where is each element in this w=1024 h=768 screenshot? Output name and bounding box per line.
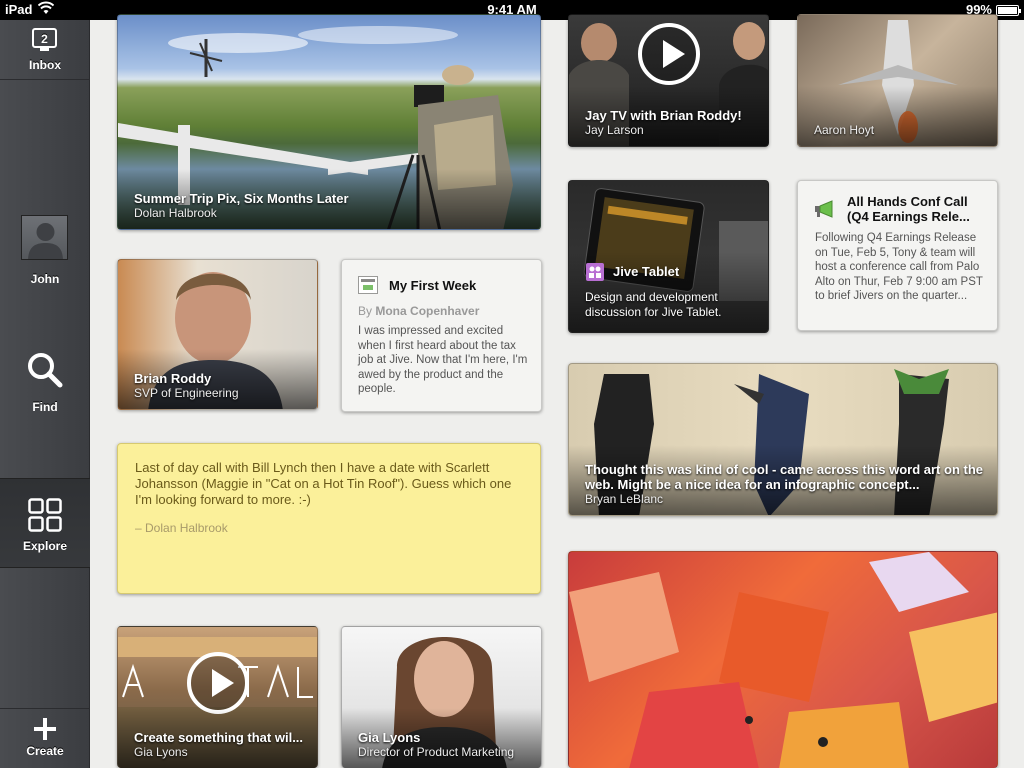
card-status-note[interactable]: Last of day call with Bill Lynch then I … <box>117 443 541 594</box>
sidebar-item-inbox[interactable]: 2 Inbox <box>0 20 90 80</box>
card-body: I was impressed and excited when I first… <box>358 325 528 395</box>
card-title: Jay TV with Brian Roddy! <box>585 108 742 123</box>
sidebar-item-label: John <box>30 272 60 286</box>
card-author: Mona Copenhaver <box>375 304 480 318</box>
inbox-count: 2 <box>41 32 48 46</box>
card-title: Create something that wil... <box>134 730 304 745</box>
card-create-something-video[interactable]: Create something that wil... Gia Lyons <box>117 626 318 768</box>
megaphone-icon <box>815 200 833 218</box>
card-jay-tv-video[interactable]: Jay TV with Brian Roddy! Jay Larson <box>568 14 769 147</box>
card-gia-lyons-profile[interactable]: Gia Lyons Director of Product Marketing <box>341 626 542 768</box>
card-author: Dolan Halbrook <box>134 206 217 220</box>
card-title: My First Week <box>389 278 477 293</box>
card-description: Design and development discussion for Ji… <box>585 290 722 319</box>
group-icon <box>586 263 604 281</box>
card-fruit-photo[interactable] <box>568 551 998 768</box>
sidebar-item-label: Find <box>32 400 58 414</box>
card-word-art-photo[interactable]: Thought this was kind of cool - came acr… <box>568 363 998 516</box>
sidebar-item-label: Create <box>26 744 64 758</box>
card-text: Thought this was kind of cool - came acr… <box>585 462 983 492</box>
card-title: Jive Tablet <box>613 264 680 279</box>
play-button[interactable] <box>187 652 249 714</box>
note-author: – Dolan Halbrook <box>135 521 228 535</box>
inbox-icon: 2 <box>32 28 57 51</box>
note-body: Last of day call with Bill Lynch then I … <box>135 460 512 507</box>
card-all-hands-announcement[interactable]: All Hands Conf Call (Q4 Earnings Rele...… <box>797 180 998 331</box>
card-author: Aaron Hoyt <box>814 123 875 137</box>
card-my-first-week-document[interactable]: My First Week By Mona Copenhaver I was i… <box>341 259 542 412</box>
card-title: Summer Trip Pix, Six Months Later <box>134 191 349 206</box>
sidebar-item-label: Inbox <box>29 58 61 72</box>
byline-prefix: By <box>358 304 373 318</box>
play-button[interactable] <box>638 23 700 85</box>
card-title: All Hands Conf Call (Q4 Earnings Rele... <box>847 194 970 224</box>
sidebar-item-explore[interactable]: Explore <box>0 478 90 568</box>
person-role: SVP of Engineering <box>134 386 239 400</box>
search-icon <box>28 353 63 388</box>
sidebar-item-profile[interactable]: John <box>0 215 90 295</box>
plus-icon <box>34 718 56 740</box>
person-name: Brian Roddy <box>134 371 212 386</box>
person-silhouette-icon <box>28 223 63 259</box>
person-name: Gia Lyons <box>358 730 421 745</box>
avatar <box>21 215 68 260</box>
sidebar-item-create[interactable]: Create <box>0 708 90 768</box>
card-author: Bryan LeBlanc <box>585 492 664 506</box>
card-jive-tablet-group[interactable]: Jive Tablet Design and development discu… <box>568 180 769 333</box>
sidebar-item-label: Explore <box>22 539 67 553</box>
battery-icon <box>996 5 1021 16</box>
card-summer-trip[interactable]: Summer Trip Pix, Six Months Later Dolan … <box>117 14 541 230</box>
person-role: Director of Product Marketing <box>358 745 515 759</box>
card-author: Jay Larson <box>585 123 644 137</box>
fruit-image <box>569 552 997 768</box>
card-author: Gia Lyons <box>134 745 188 759</box>
sidebar: 2 Inbox John Find Explore Create <box>0 20 90 768</box>
document-icon <box>358 276 378 294</box>
grid-icon <box>28 498 62 532</box>
card-body: Following Q4 Earnings Release on Tue, Fe… <box>815 232 983 302</box>
sidebar-item-find[interactable]: Find <box>0 350 90 420</box>
card-aaron-hoyt-photo[interactable]: Aaron Hoyt <box>797 14 998 147</box>
card-brian-roddy-profile[interactable]: Brian Roddy SVP of Engineering <box>117 259 318 410</box>
